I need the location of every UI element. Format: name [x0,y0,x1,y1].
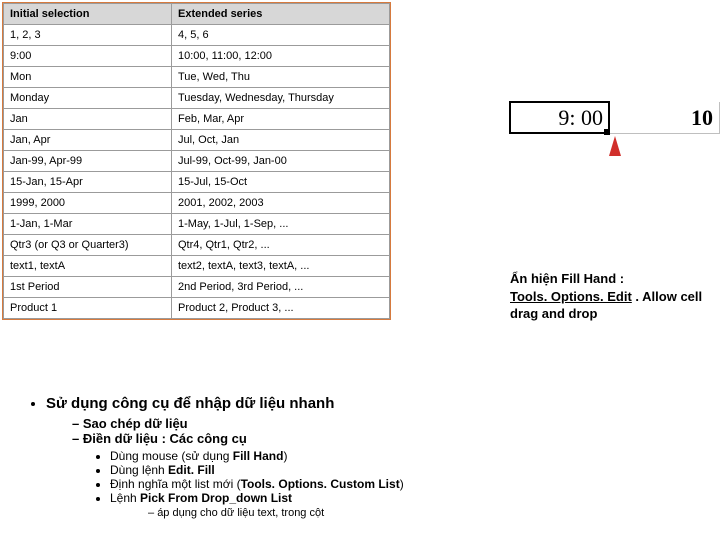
cell-initial: Product 1 [4,298,172,319]
cell-extended: 1-May, 1-Jul, 1-Sep, ... [172,214,390,235]
table-row: Product 1Product 2, Product 3, ... [4,298,390,319]
table: Initial selection Extended series 1, 2, … [3,3,390,319]
cell-b1[interactable]: 10 [610,102,720,134]
spreadsheet-cells: 9: 00 10 [510,102,720,134]
table-row: 15-Jan, 15-Apr15-Jul, 15-Oct [4,172,390,193]
lv3-bold: Pick From Drop_down List [140,491,292,505]
th-initial: Initial selection [4,4,172,25]
table-row: MonTue, Wed, Thu [4,67,390,88]
bullet-lv1-text: Sử dụng công cụ để nhập dữ liệu nhanh [46,395,334,412]
table-row: 1999, 20002001, 2002, 2003 [4,193,390,214]
table-row: 1, 2, 34, 5, 6 [4,25,390,46]
cell-initial: Monday [4,88,172,109]
fill-handle[interactable] [604,129,610,135]
cell-extended: Feb, Mar, Apr [172,109,390,130]
cell-initial: 15-Jan, 15-Apr [4,172,172,193]
cell-extended: 2nd Period, 3rd Period, ... [172,277,390,298]
cell-extended: Jul, Oct, Jan [172,130,390,151]
th-extended: Extended series [172,4,390,25]
lv3-pre: Dùng mouse (sử dụng [110,449,233,463]
cell-initial: Jan-99, Apr-99 [4,151,172,172]
cell-extended: Product 2, Product 3, ... [172,298,390,319]
lv3-bold: Fill Hand [233,449,284,463]
table-row: text1, textAtext2, textA, text3, textA, … [4,256,390,277]
table-row: JanFeb, Mar, Apr [4,109,390,130]
cell-extended: text2, textA, text3, textA, ... [172,256,390,277]
table-row: Qtr3 (or Q3 or Quarter3)Qtr4, Qtr1, Qtr2… [4,235,390,256]
note-line1: Ẩn hiện Fill Hand : [510,271,624,286]
cell-extended: 15-Jul, 15-Oct [172,172,390,193]
lv3-bold: Edit. Fill [168,463,215,477]
table-row: Jan, AprJul, Oct, Jan [4,130,390,151]
cell-extended: Tue, Wed, Thu [172,67,390,88]
cell-initial: 1, 2, 3 [4,25,172,46]
table-row: 1-Jan, 1-Mar1-May, 1-Jul, 1-Sep, ... [4,214,390,235]
lv3-post: ) [400,477,404,491]
fill-hand-note: Ẩn hiện Fill Hand : Tools. Options. Edit… [510,270,710,323]
bullet-lv4: áp dụng cho dữ liệu text, trong cột [148,507,700,519]
page: { "table": { "headers": ["Initial select… [0,0,720,540]
cell-initial: 1st Period [4,277,172,298]
cell-extended: 2001, 2002, 2003 [172,193,390,214]
cell-extended: Jul-99, Oct-99, Jan-00 [172,151,390,172]
table-row: 9:0010:00, 11:00, 12:00 [4,46,390,67]
cell-initial: 1999, 2000 [4,193,172,214]
bullet-lv2-1-text: Điền dữ liệu : Các công cụ [83,431,247,446]
table-row: 1st Period2nd Period, 3rd Period, ... [4,277,390,298]
arrow-icon [609,136,621,156]
cell-initial: Jan [4,109,172,130]
bullet-lv2-0: Sao chép dữ liệu [72,416,700,431]
content-bullets: Sử dụng công cụ để nhập dữ liệu nhanh Sa… [20,395,700,519]
table-row: Jan-99, Apr-99Jul-99, Oct-99, Jan-00 [4,151,390,172]
cell-initial: text1, textA [4,256,172,277]
cell-initial: Qtr3 (or Q3 or Quarter3) [4,235,172,256]
autofill-examples-table: Initial selection Extended series 1, 2, … [2,2,391,320]
lv3-post: ) [283,449,287,463]
bullet-lv3: Lệnh Pick From Drop_down List áp dụng cho… [110,491,700,519]
lv3-pre: Lệnh [110,491,140,505]
bullet-lv2-1: Điền dữ liệu : Các công cụ Dùng mouse (s… [72,431,700,519]
selection-outline [509,101,610,134]
cell-extended: Tuesday, Wednesday, Thursday [172,88,390,109]
bullet-lv3: Định nghĩa một list mới (Tools. Options.… [110,477,700,491]
cell-extended: Qtr4, Qtr1, Qtr2, ... [172,235,390,256]
cell-extended: 4, 5, 6 [172,25,390,46]
cell-extended: 10:00, 11:00, 12:00 [172,46,390,67]
cell-initial: 9:00 [4,46,172,67]
table-row: MondayTuesday, Wednesday, Thursday [4,88,390,109]
lv3-pre: Dùng lệnh [110,463,168,477]
lv3-pre: Định nghĩa một list mới ( [110,477,241,491]
bullet-lv3: Dùng lệnh Edit. Fill [110,463,700,477]
cell-initial: Jan, Apr [4,130,172,151]
bullet-lv3: Dùng mouse (sử dụng Fill Hand) [110,449,700,463]
lv3-bold: Tools. Options. Custom List [241,477,400,491]
note-line2-underlined: Tools. Options. Edit [510,289,632,304]
bullet-lv1: Sử dụng công cụ để nhập dữ liệu nhanh Sa… [46,395,700,519]
cell-initial: 1-Jan, 1-Mar [4,214,172,235]
cell-initial: Mon [4,67,172,88]
